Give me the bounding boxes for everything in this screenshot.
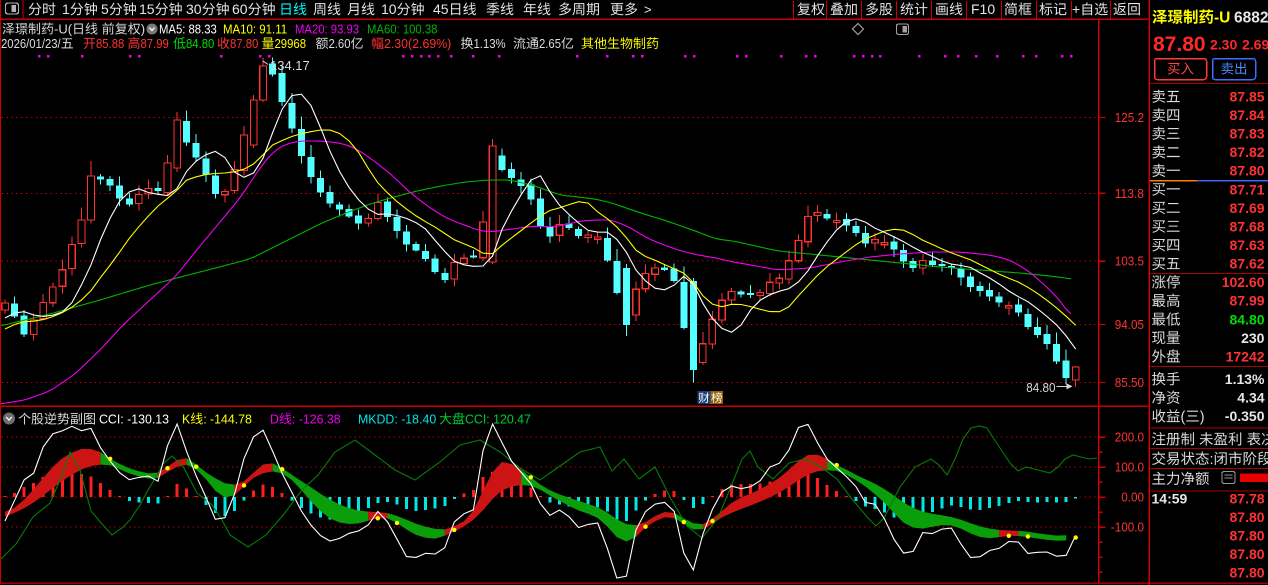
svg-text:87.68: 87.68 [1230,218,1265,234]
svg-text:87.71: 87.71 [1230,181,1265,197]
svg-text:87.83: 87.83 [1230,126,1265,142]
svg-text:: -144.78: : -144.78 [203,412,252,427]
svg-text:2.30(2.69%): 2.30(2.69%) [384,36,451,51]
svg-text:): ) [1200,409,1205,425]
svg-text:(: ( [1181,409,1186,425]
svg-text:2.60: 2.60 [329,36,351,51]
svg-text:87.99: 87.99 [1230,293,1265,309]
svg-text:1: 1 [62,1,70,17]
svg-text:87.80: 87.80 [1230,565,1265,581]
svg-text:87.69: 87.69 [1230,200,1265,216]
svg-text:688266: 688266 [1234,10,1268,27]
svg-text:MKDD: -18.40: MKDD: -18.40 [358,412,436,427]
svg-text:F10: F10 [971,1,995,17]
svg-text:85.88: 85.88 [96,36,124,51]
svg-text:87.84: 87.84 [1230,107,1265,123]
svg-text:29968: 29968 [275,36,307,51]
svg-text:K: K [182,412,191,427]
svg-text:113.8: 113.8 [1115,186,1144,201]
svg-text:87.82: 87.82 [1230,144,1265,160]
svg-text:60: 60 [232,1,248,17]
svg-text:87.80: 87.80 [1230,509,1265,525]
svg-text:45: 45 [433,1,449,17]
svg-text:CCI: -130.13: CCI: -130.13 [99,412,169,427]
svg-text:CCI: 120.47: CCI: 120.47 [465,412,531,427]
svg-text:30: 30 [186,1,202,17]
svg-text:87.63: 87.63 [1230,237,1265,253]
svg-text:87.99: 87.99 [141,36,169,51]
svg-text:94.05: 94.05 [1115,317,1144,332]
svg-text:MA5: 88.33: MA5: 88.33 [159,22,217,37]
svg-text:103.5: 103.5 [1115,254,1144,269]
svg-text:-0.350: -0.350 [1225,408,1265,424]
svg-text:84.80: 84.80 [1026,380,1055,395]
svg-text:87.80: 87.80 [1153,33,1206,56]
svg-text:87.78: 87.78 [1230,490,1265,506]
svg-text:MA20: 93.93: MA20: 93.93 [295,22,359,37]
svg-text:102.60: 102.60 [1222,274,1265,290]
svg-text:0.00: 0.00 [1121,490,1144,505]
svg-text:134.17: 134.17 [270,58,310,73]
svg-text:-100.0: -100.0 [1111,520,1144,535]
svg-text:4.34: 4.34 [1237,390,1264,406]
svg-text:84.80: 84.80 [1230,311,1265,327]
svg-text:): ) [141,22,145,37]
svg-text:5: 5 [101,1,109,17]
svg-text:100.0: 100.0 [1115,460,1144,475]
svg-text:2.65: 2.65 [539,36,561,51]
svg-text:-U: -U [1214,10,1230,27]
svg-text:17242: 17242 [1226,348,1265,364]
svg-text:: -126.38: : -126.38 [292,412,341,427]
svg-text:87.62: 87.62 [1230,256,1265,272]
svg-text:MA10: 91.11: MA10: 91.11 [223,22,287,37]
svg-text:200.0: 200.0 [1115,430,1144,445]
svg-text:-U(: -U( [54,22,73,37]
svg-text:2026/01/23/: 2026/01/23/ [1,36,61,51]
svg-text::: : [1210,452,1214,468]
svg-text:+: + [1072,1,1080,17]
svg-text:D: D [270,412,279,427]
svg-text:10: 10 [381,1,397,17]
svg-text:MA60: 100.38: MA60: 100.38 [367,22,437,37]
svg-text:85.50: 85.50 [1115,375,1144,390]
svg-text:87.80: 87.80 [1230,163,1265,179]
svg-text:87.80: 87.80 [1230,527,1265,543]
svg-text:87.80: 87.80 [1230,546,1265,562]
svg-text:84.80: 84.80 [186,36,214,51]
svg-text:1.13%: 1.13% [1225,371,1265,387]
svg-text:125.2: 125.2 [1115,110,1144,125]
svg-text:2.69%: 2.69% [1242,37,1268,53]
svg-text:15: 15 [139,1,155,17]
svg-text:1.13%: 1.13% [474,36,506,51]
svg-text:14:59: 14:59 [1152,490,1188,506]
svg-text:87.85: 87.85 [1230,89,1265,105]
svg-text:87.80: 87.80 [230,36,258,51]
svg-text:>: > [644,2,652,17]
svg-text:2.30: 2.30 [1210,37,1237,53]
svg-text:230: 230 [1241,330,1265,346]
